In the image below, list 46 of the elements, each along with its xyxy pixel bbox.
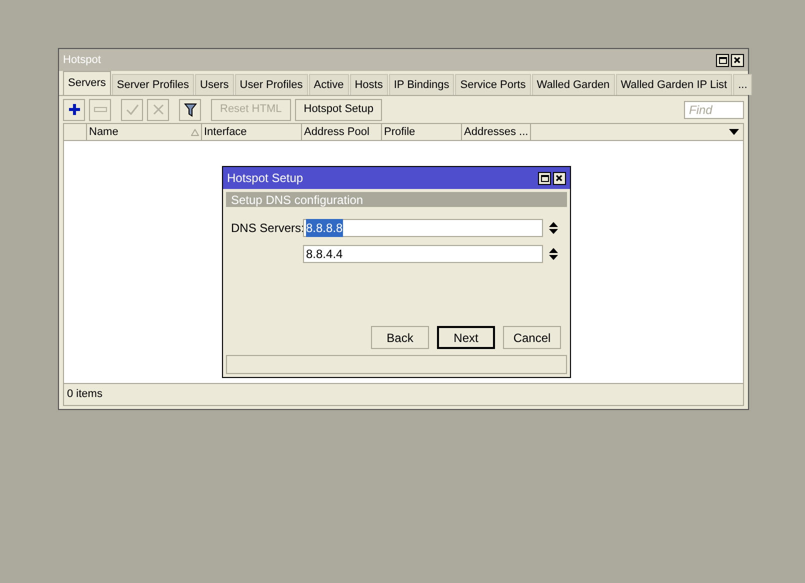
close-icon[interactable] [731, 54, 744, 66]
column-header[interactable]: Address Pool [302, 124, 382, 140]
tab[interactable]: Servers [63, 71, 111, 95]
tab[interactable]: Walled Garden [532, 74, 615, 95]
tab[interactable]: Active [308, 74, 349, 95]
tab[interactable]: User Profiles [234, 74, 308, 95]
sort-icon [191, 128, 199, 136]
tab[interactable]: Hosts [350, 74, 388, 95]
toolbar-button[interactable] [63, 98, 85, 120]
dialog-button[interactable]: Cancel [503, 326, 561, 349]
tab[interactable]: Users [195, 74, 234, 95]
dns-server-field[interactable]: 8.8.4.4 [303, 245, 543, 263]
maximize-icon[interactable] [716, 54, 729, 66]
maximize-icon[interactable] [538, 172, 551, 184]
dialog-button[interactable]: Back [371, 326, 429, 349]
dialog-title: Hotspot Setup [227, 170, 304, 187]
filter-icon [184, 102, 196, 116]
column-label: Interface [204, 124, 247, 140]
section-heading: Setup DNS configuration [231, 192, 364, 208]
toolbar-button[interactable]: Hotspot Setup [294, 98, 382, 120]
cross-icon [152, 104, 164, 115]
tab[interactable]: Walled Garden IP List [616, 74, 732, 95]
find-field[interactable]: Find [684, 100, 744, 118]
tab[interactable]: Server Profiles [112, 74, 194, 95]
tab[interactable]: IP Bindings [388, 74, 454, 95]
up-down-arrows-icon[interactable] [549, 248, 558, 260]
dns-server-field[interactable]: 8.8.8.8 [303, 219, 543, 237]
column-label: Profile [384, 124, 416, 140]
window-title: Hotspot [63, 52, 101, 68]
plus-icon [68, 103, 80, 116]
column-header[interactable]: Name [87, 124, 202, 140]
tab[interactable]: ... [733, 74, 752, 95]
close-icon[interactable] [553, 172, 566, 184]
column-label: Address Pool [304, 124, 370, 140]
status-text: 0 items [67, 387, 102, 402]
column-header[interactable]: Profile [382, 124, 462, 140]
dropdown-arrow-icon[interactable] [729, 129, 739, 135]
column-header[interactable]: Interface [202, 124, 302, 140]
toolbar-button[interactable] [179, 98, 201, 120]
check-icon [126, 104, 138, 115]
field-label: DNS Servers: [231, 221, 304, 235]
dialog-button[interactable]: Next [437, 326, 495, 349]
column-label: Name [89, 124, 118, 140]
minus-icon [94, 107, 106, 112]
up-down-arrows-icon[interactable] [549, 222, 558, 234]
tab[interactable]: Service Ports [455, 74, 531, 95]
